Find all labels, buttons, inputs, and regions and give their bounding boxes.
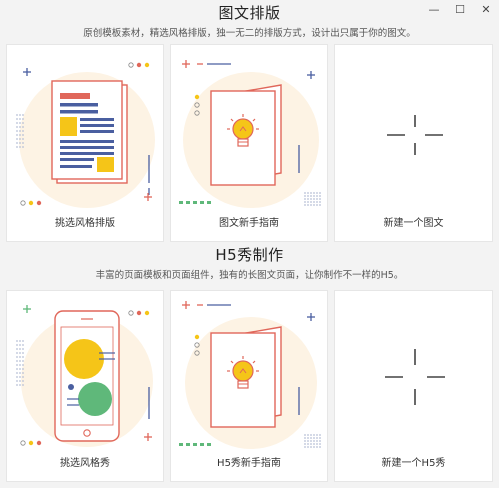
- document-template-icon: [16, 62, 155, 208]
- new-graphic-label: 新建一个图文: [383, 218, 444, 229]
- h5-section-subtitle: 丰富的页面模板和页面组件，独有的长图文页面，让你制作不一样的H5。: [95, 270, 404, 281]
- pick-style-show-card[interactable]: 挑选风格秀: [6, 290, 164, 482]
- pick-style-show-label: 挑选风格秀: [60, 458, 110, 469]
- h5-guide-card[interactable]: H5秀新手指南: [170, 290, 328, 482]
- guide-book-icon: [179, 60, 321, 208]
- h5-guide-label: H5秀新手指南: [217, 458, 281, 469]
- h5-section-title: H5秀制作: [215, 246, 284, 264]
- pick-style-layout-card[interactable]: 挑选风格排版: [6, 44, 164, 242]
- graphic-section-title: 图文排版: [218, 4, 281, 22]
- new-h5-card[interactable]: 新建一个H5秀: [334, 290, 493, 482]
- pick-style-layout-label: 挑选风格排版: [55, 218, 115, 229]
- new-h5-label: 新建一个H5秀: [381, 458, 446, 469]
- graphic-guide-card[interactable]: 图文新手指南: [170, 44, 328, 242]
- graphic-section-subtitle: 原创模板素材，精选风格排版，独一无二的排版方式，设计出只属于你的图文。: [83, 28, 416, 39]
- graphic-guide-label: 图文新手指南: [219, 218, 279, 229]
- new-graphic-card[interactable]: 新建一个图文: [334, 44, 493, 242]
- plus-icon: [387, 115, 443, 155]
